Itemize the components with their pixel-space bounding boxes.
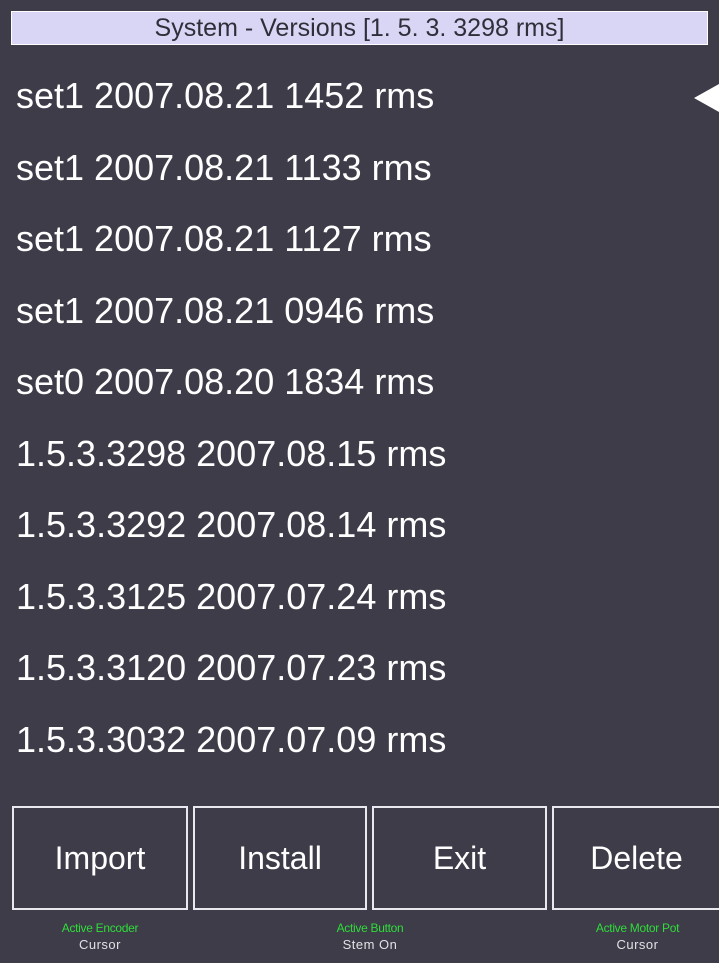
version-item[interactable]: 1.5.3.3120 2007.07.23 rms — [0, 632, 719, 704]
version-item[interactable]: set1 2007.08.21 0946 rms — [0, 275, 719, 347]
action-buttons: Import Install Exit Delete — [12, 806, 719, 910]
version-item[interactable]: 1.5.3.3125 2007.07.24 rms — [0, 561, 719, 633]
version-list: set1 2007.08.21 1452 rms set1 2007.08.21… — [0, 60, 719, 775]
version-item[interactable]: set1 2007.08.21 1133 rms — [0, 132, 719, 204]
window-title: System - Versions [1. 5. 3. 3298 rms] — [11, 11, 708, 45]
version-item[interactable]: set0 2007.08.20 1834 rms — [0, 346, 719, 418]
active-encoder-value: Cursor — [78, 937, 121, 952]
version-item[interactable]: set1 2007.08.21 1452 rms — [0, 60, 719, 132]
status-bar: Active Encoder Cursor Active Button Stem… — [0, 920, 719, 963]
exit-button[interactable]: Exit — [372, 806, 547, 910]
selection-cursor-icon — [694, 84, 719, 112]
active-button-value: Stem On — [342, 937, 398, 952]
delete-button[interactable]: Delete — [552, 806, 719, 910]
active-button-status: Active Button Stem On — [295, 920, 445, 954]
version-item[interactable]: 1.5.3.3298 2007.08.15 rms — [0, 418, 719, 490]
install-button[interactable]: Install — [193, 806, 367, 910]
version-item[interactable]: 1.5.3.3292 2007.08.14 rms — [0, 489, 719, 561]
active-motor-pot-value: Cursor — [616, 937, 659, 952]
version-item[interactable]: 1.5.3.3032 2007.07.09 rms — [0, 704, 719, 776]
active-motor-pot-label: Active Motor Pot — [595, 921, 680, 935]
active-encoder-status: Active Encoder Cursor — [25, 920, 175, 954]
active-button-label: Active Button — [336, 921, 404, 935]
active-motor-pot-status: Active Motor Pot Cursor — [565, 920, 710, 954]
import-button[interactable]: Import — [12, 806, 188, 910]
version-item[interactable]: set1 2007.08.21 1127 rms — [0, 203, 719, 275]
app-window: System - Versions [1. 5. 3. 3298 rms] se… — [0, 0, 719, 963]
active-encoder-label: Active Encoder — [61, 921, 139, 935]
